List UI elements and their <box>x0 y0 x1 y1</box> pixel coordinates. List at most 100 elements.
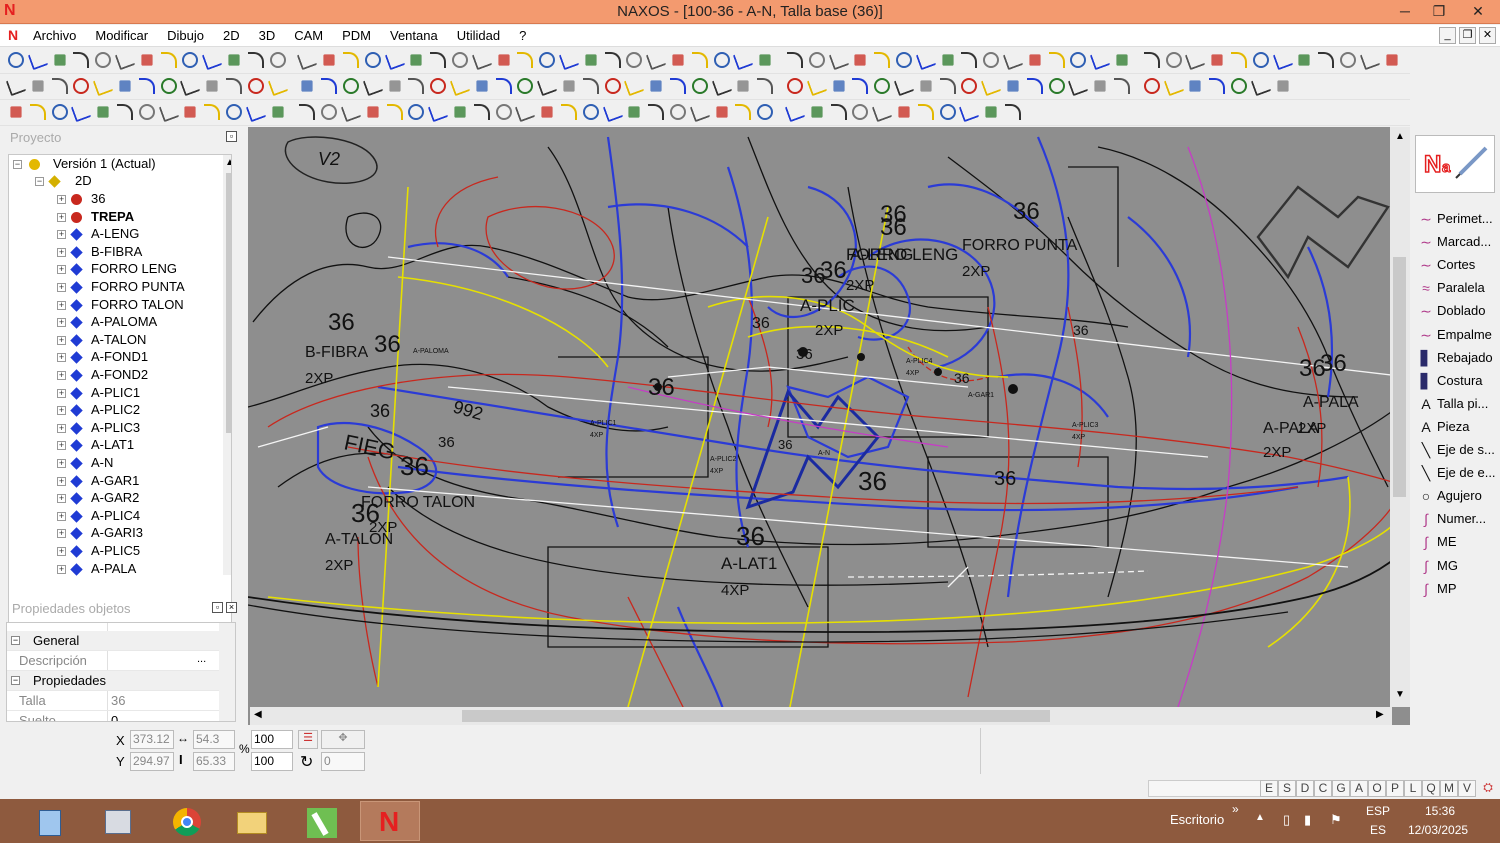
expand-icon[interactable]: + <box>57 195 66 204</box>
toolbar-tool-icon[interactable] <box>1165 52 1182 68</box>
expand-icon[interactable]: + <box>57 494 66 504</box>
mdi-minimize-button[interactable]: _ <box>1439 27 1456 44</box>
toolbar-tool-icon[interactable] <box>1070 52 1087 68</box>
toolbar-tool-icon[interactable] <box>29 104 46 120</box>
toolbar-tool-icon[interactable] <box>408 104 425 120</box>
toolbar-tool-icon[interactable] <box>563 80 575 92</box>
toolbar-tool-icon[interactable] <box>343 52 359 68</box>
toolbar-tool-icon[interactable] <box>536 75 558 97</box>
toolbar-tool-icon[interactable] <box>1089 49 1111 71</box>
toolbar-tool-icon[interactable] <box>939 78 956 94</box>
toolbar-expand-icon[interactable]: » <box>1232 802 1239 816</box>
toolbar-tool-icon[interactable] <box>1340 52 1356 68</box>
toolbar-tool-icon[interactable] <box>471 49 493 71</box>
toolbar-tool-icon[interactable] <box>340 101 362 123</box>
expand-icon[interactable]: + <box>57 247 66 257</box>
status-toggle-c[interactable]: C <box>1314 780 1332 797</box>
toolbar-tool-icon[interactable] <box>201 49 223 71</box>
toolbar-tool-icon[interactable] <box>1114 78 1130 94</box>
toolbar-tool-icon[interactable] <box>784 101 806 123</box>
menu-3d[interactable]: 3D <box>259 28 284 43</box>
toolbar-tool-icon[interactable] <box>1250 75 1272 97</box>
toolbar-tool-icon[interactable] <box>245 101 267 123</box>
toolbar-tool-icon[interactable] <box>561 104 577 120</box>
toolbar-tool-icon[interactable] <box>1002 49 1024 71</box>
toolbar-tool-icon[interactable] <box>449 75 471 97</box>
expand-icon[interactable]: + <box>57 300 66 310</box>
toolbar-tool-icon[interactable] <box>711 75 732 97</box>
toolbar-tool-icon[interactable] <box>138 78 155 94</box>
toolbar-tool-icon[interactable] <box>757 78 774 94</box>
toolbar-tool-icon[interactable] <box>204 104 221 120</box>
restore-button[interactable]: ❐ <box>1422 0 1456 22</box>
battery-icon[interactable]: ▯ <box>1283 812 1290 828</box>
y-coordinate-field[interactable]: 294.97 <box>130 752 174 771</box>
toolbar-tool-icon[interactable] <box>539 52 556 68</box>
align-icon[interactable]: ☰ <box>298 730 318 749</box>
toolbar-tool-icon[interactable] <box>1252 52 1269 68</box>
chrome-task-button[interactable] <box>156 801 216 841</box>
toolbar-tool-icon[interactable] <box>95 52 112 68</box>
toolbar-tool-icon[interactable] <box>808 52 825 68</box>
menu-modificar[interactable]: Modificar <box>95 28 156 43</box>
expand-icon[interactable]: + <box>57 511 66 521</box>
toolbar-tool-icon[interactable] <box>1318 52 1335 68</box>
clock-time[interactable]: 15:36 <box>1425 804 1455 818</box>
toolbar-tool-icon[interactable] <box>321 104 338 120</box>
status-toggle-v[interactable]: V <box>1458 780 1476 797</box>
toolbar-tool-icon[interactable] <box>114 49 136 71</box>
toolbar-tool-icon[interactable] <box>787 52 803 68</box>
toolbar-tool-icon[interactable] <box>893 75 915 97</box>
toolbar-tool-icon[interactable] <box>367 106 379 118</box>
toolbar-tool-icon[interactable] <box>689 101 711 123</box>
expand-icon[interactable]: + <box>57 318 66 328</box>
toolbar-tool-icon[interactable] <box>650 80 662 92</box>
expand-icon[interactable]: + <box>57 283 66 292</box>
toolbar-tool-icon[interactable] <box>737 80 749 92</box>
toolbar-tool-icon[interactable] <box>138 104 155 120</box>
toolbar-tool-icon[interactable] <box>582 78 599 94</box>
x-coordinate-field[interactable]: 373.12 <box>130 730 174 749</box>
horizontal-scroll-thumb[interactable] <box>462 710 1050 722</box>
toolbar-tool-icon[interactable] <box>759 54 771 66</box>
toolbar-tool-icon[interactable] <box>602 101 623 123</box>
mdi-close-button[interactable]: ✕ <box>1479 27 1496 44</box>
toolbar-tool-icon[interactable] <box>495 104 512 120</box>
toolbar-tool-icon[interactable] <box>206 80 218 92</box>
expand-icon[interactable]: + <box>57 371 66 380</box>
expand-icon[interactable]: + <box>57 265 66 275</box>
collapse-icon[interactable]: − <box>11 636 20 645</box>
desktop-toolbar-label[interactable]: Escritorio <box>1170 812 1224 827</box>
toolbar-tool-icon[interactable] <box>323 54 335 66</box>
toolbar-tool-icon[interactable] <box>874 52 891 68</box>
collapse-icon[interactable]: − <box>13 160 22 169</box>
toolbar-tool-icon[interactable] <box>1116 54 1128 66</box>
rotate-icon[interactable]: ↻ <box>300 752 313 772</box>
expand-icon[interactable]: + <box>57 388 66 398</box>
toolbar-tool-icon[interactable] <box>1231 52 1247 68</box>
expand-icon[interactable]: + <box>57 529 66 539</box>
toolbar-tool-icon[interactable] <box>1231 78 1247 94</box>
menu-utilidad[interactable]: Utilidad <box>457 28 508 43</box>
toolbar-tool-icon[interactable] <box>73 78 90 94</box>
toolbar-tool-icon[interactable] <box>119 80 131 92</box>
language-code[interactable]: ESP <box>1366 804 1390 818</box>
toolbar-tool-icon[interactable] <box>585 54 597 66</box>
toolbar-tool-icon[interactable] <box>427 101 449 123</box>
toolbar-tool-icon[interactable] <box>604 52 621 68</box>
toolbar-tool-icon[interactable] <box>473 104 490 120</box>
menu-help[interactable]: ? <box>519 28 534 43</box>
properties-close-button[interactable]: × <box>226 602 237 613</box>
scale-y-field[interactable]: 100 <box>251 752 293 771</box>
tray-expand-icon[interactable]: ▲ <box>1255 812 1265 823</box>
toolbar-tool-icon[interactable] <box>1005 104 1021 120</box>
toolbar-tool-icon[interactable] <box>297 49 318 71</box>
app-task-button[interactable] <box>292 801 352 841</box>
toolbar-tool-icon[interactable] <box>1189 80 1201 92</box>
expand-icon[interactable]: + <box>57 476 66 486</box>
toolbar-tool-icon[interactable] <box>269 52 286 68</box>
toolbar-tool-icon[interactable] <box>1163 75 1184 97</box>
toolbar-tool-icon[interactable] <box>691 78 708 94</box>
menu-dibujo[interactable]: Dibujo <box>167 28 212 43</box>
minimize-button[interactable]: ─ <box>1388 0 1422 22</box>
